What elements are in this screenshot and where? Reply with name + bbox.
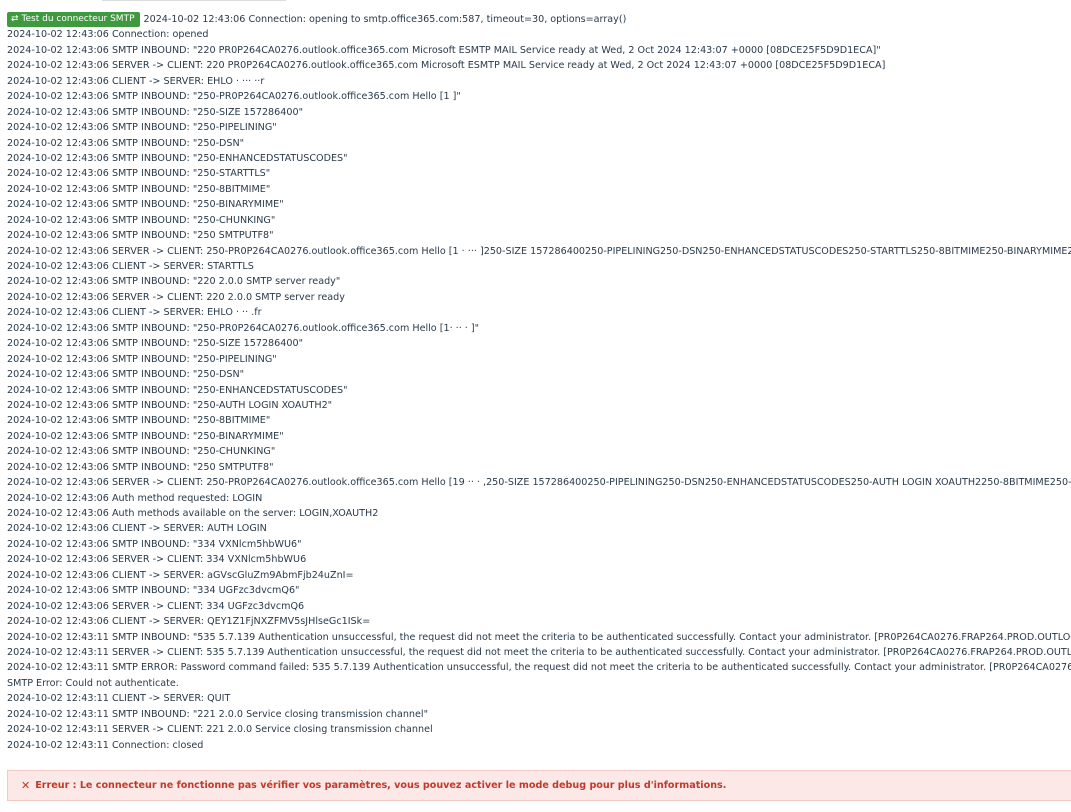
log-line: 2024-10-02 12:43:06 SMTP INBOUND: "250-P…: [7, 322, 480, 334]
log-line: 2024-10-02 12:43:06 CLIENT -> SERVER: EH…: [7, 75, 265, 87]
log-line: 2024-10-02 12:43:06 SERVER -> CLIENT: 33…: [7, 554, 307, 566]
log-line: 2024-10-02 12:43:11 SERVER -> CLIENT: 53…: [7, 646, 1071, 658]
log-line: 2024-10-02 12:43:11 CLIENT -> SERVER: QU…: [7, 693, 231, 705]
log-line: 2024-10-02 12:43:06 SMTP INBOUND: "250-B…: [7, 430, 284, 442]
log-line: 2024-10-02 12:43:06 SERVER -> CLIENT: 25…: [7, 477, 1071, 489]
top-divider: [102, 0, 286, 1]
log-line: 2024-10-02 12:43:06 SERVER -> CLIENT: 22…: [7, 60, 886, 72]
log-line: 2024-10-02 12:43:06 SMTP INBOUND: "250 S…: [7, 461, 274, 473]
log-line: 2024-10-02 12:43:06 SERVER -> CLIENT: 33…: [7, 600, 305, 612]
log-line: 2024-10-02 12:43:06 SMTP INBOUND: "250-D…: [7, 369, 245, 381]
log-line: 2024-10-02 12:43:06 SMTP INBOUND: "250-B…: [7, 199, 284, 211]
smtp-debug-log: ⇄ Test du connecteur SMTP 2024-10-02 12:…: [7, 12, 1071, 753]
log-line: 2024-10-02 12:43:06 SMTP INBOUND: "250-E…: [7, 152, 348, 164]
log-line: 2024-10-02 12:43:11 SMTP ERROR: Password…: [7, 662, 1071, 674]
log-line: 2024-10-02 12:43:06 SMTP INBOUND: "250-C…: [7, 214, 276, 226]
test-button-label: Test du connecteur SMTP: [21, 14, 135, 25]
log-line: 2024-10-02 12:43:06 CLIENT -> SERVER: ST…: [7, 261, 254, 272]
close-x-icon: ✕: [21, 779, 31, 792]
log-line: 2024-10-02 12:43:06 SMTP INBOUND: "250-S…: [7, 106, 303, 118]
log-line: 2024-10-02 12:43:06 SMTP INBOUND: "334 V…: [7, 538, 302, 550]
log-line: 2024-10-02 12:43:06 SMTP INBOUND: "250-S…: [7, 338, 303, 350]
log-line: 2024-10-02 12:43:06 SMTP INBOUND: "250-D…: [7, 137, 245, 149]
log-line: 2024-10-02 12:43:06 SERVER -> CLIENT: 25…: [7, 245, 1071, 257]
log-line: 2024-10-02 12:43:06 SERVER -> CLIENT: 22…: [7, 291, 345, 303]
log-line: 2024-10-02 12:43:06 SMTP INBOUND: "220 2…: [7, 276, 341, 288]
log-line: 2024-10-02 12:43:06 SMTP INBOUND: "250-P…: [7, 353, 277, 365]
error-message: Erreur : Le connecteur ne fonctionne pas…: [35, 780, 727, 791]
log-line: 2024-10-02 12:43:11 SERVER -> CLIENT: 22…: [7, 724, 433, 736]
log-first-line: ⇄ Test du connecteur SMTP 2024-10-02 12:…: [7, 12, 1071, 28]
log-line: 2024-10-02 12:43:06 Connection: opened: [7, 29, 209, 41]
log-line: 2024-10-02 12:43:06 Connection: opening …: [143, 14, 627, 25]
log-line: 2024-10-02 12:43:11 SMTP INBOUND: "535 5…: [7, 631, 1071, 643]
log-line: 2024-10-02 12:43:06 SMTP INBOUND: "250-8…: [7, 183, 271, 195]
log-line: 2024-10-02 12:43:06 Auth method requeste…: [7, 492, 263, 504]
log-line: 2024-10-02 12:43:11 Connection: closed: [7, 739, 204, 751]
error-alert: ✕ Erreur : Le connecteur ne fonctionne p…: [7, 770, 1071, 801]
exchange-arrows-icon: ⇄: [11, 14, 19, 25]
log-line: 2024-10-02 12:43:06 SMTP INBOUND: "250-P…: [7, 91, 461, 103]
log-line: 2024-10-02 12:43:06 SMTP INBOUND: "250-C…: [7, 446, 276, 458]
log-line: SMTP Error: Could not authenticate.: [7, 677, 179, 689]
log-line: 2024-10-02 12:43:06 SMTP INBOUND: "220 P…: [7, 44, 881, 56]
log-line: 2024-10-02 12:43:06 CLIENT -> SERVER: aG…: [7, 569, 354, 581]
test-smtp-connector-button[interactable]: ⇄ Test du connecteur SMTP: [7, 12, 140, 28]
log-line: 2024-10-02 12:43:06 CLIENT -> SERVER: EH…: [7, 307, 262, 319]
log-line: 2024-10-02 12:43:06 SMTP INBOUND: "250-S…: [7, 168, 271, 180]
log-line: 2024-10-02 12:43:06 SMTP INBOUND: "250-A…: [7, 399, 333, 411]
log-line: 2024-10-02 12:43:06 Auth methods availab…: [7, 508, 379, 519]
log-line: 2024-10-02 12:43:06 CLIENT -> SERVER: QE…: [7, 616, 371, 628]
log-line: 2024-10-02 12:43:06 SMTP INBOUND: "250-P…: [7, 122, 277, 134]
log-line: 2024-10-02 12:43:06 SMTP INBOUND: "250-E…: [7, 384, 348, 396]
log-line: 2024-10-02 12:43:06 SMTP INBOUND: "334 U…: [7, 585, 300, 597]
log-line: 2024-10-02 12:43:06 CLIENT -> SERVER: AU…: [7, 523, 267, 535]
log-line: 2024-10-02 12:43:06 SMTP INBOUND: "250-8…: [7, 415, 271, 427]
log-line: 2024-10-02 12:43:11 SMTP INBOUND: "221 2…: [7, 708, 428, 720]
log-line: 2024-10-02 12:43:06 SMTP INBOUND: "250 S…: [7, 230, 274, 242]
